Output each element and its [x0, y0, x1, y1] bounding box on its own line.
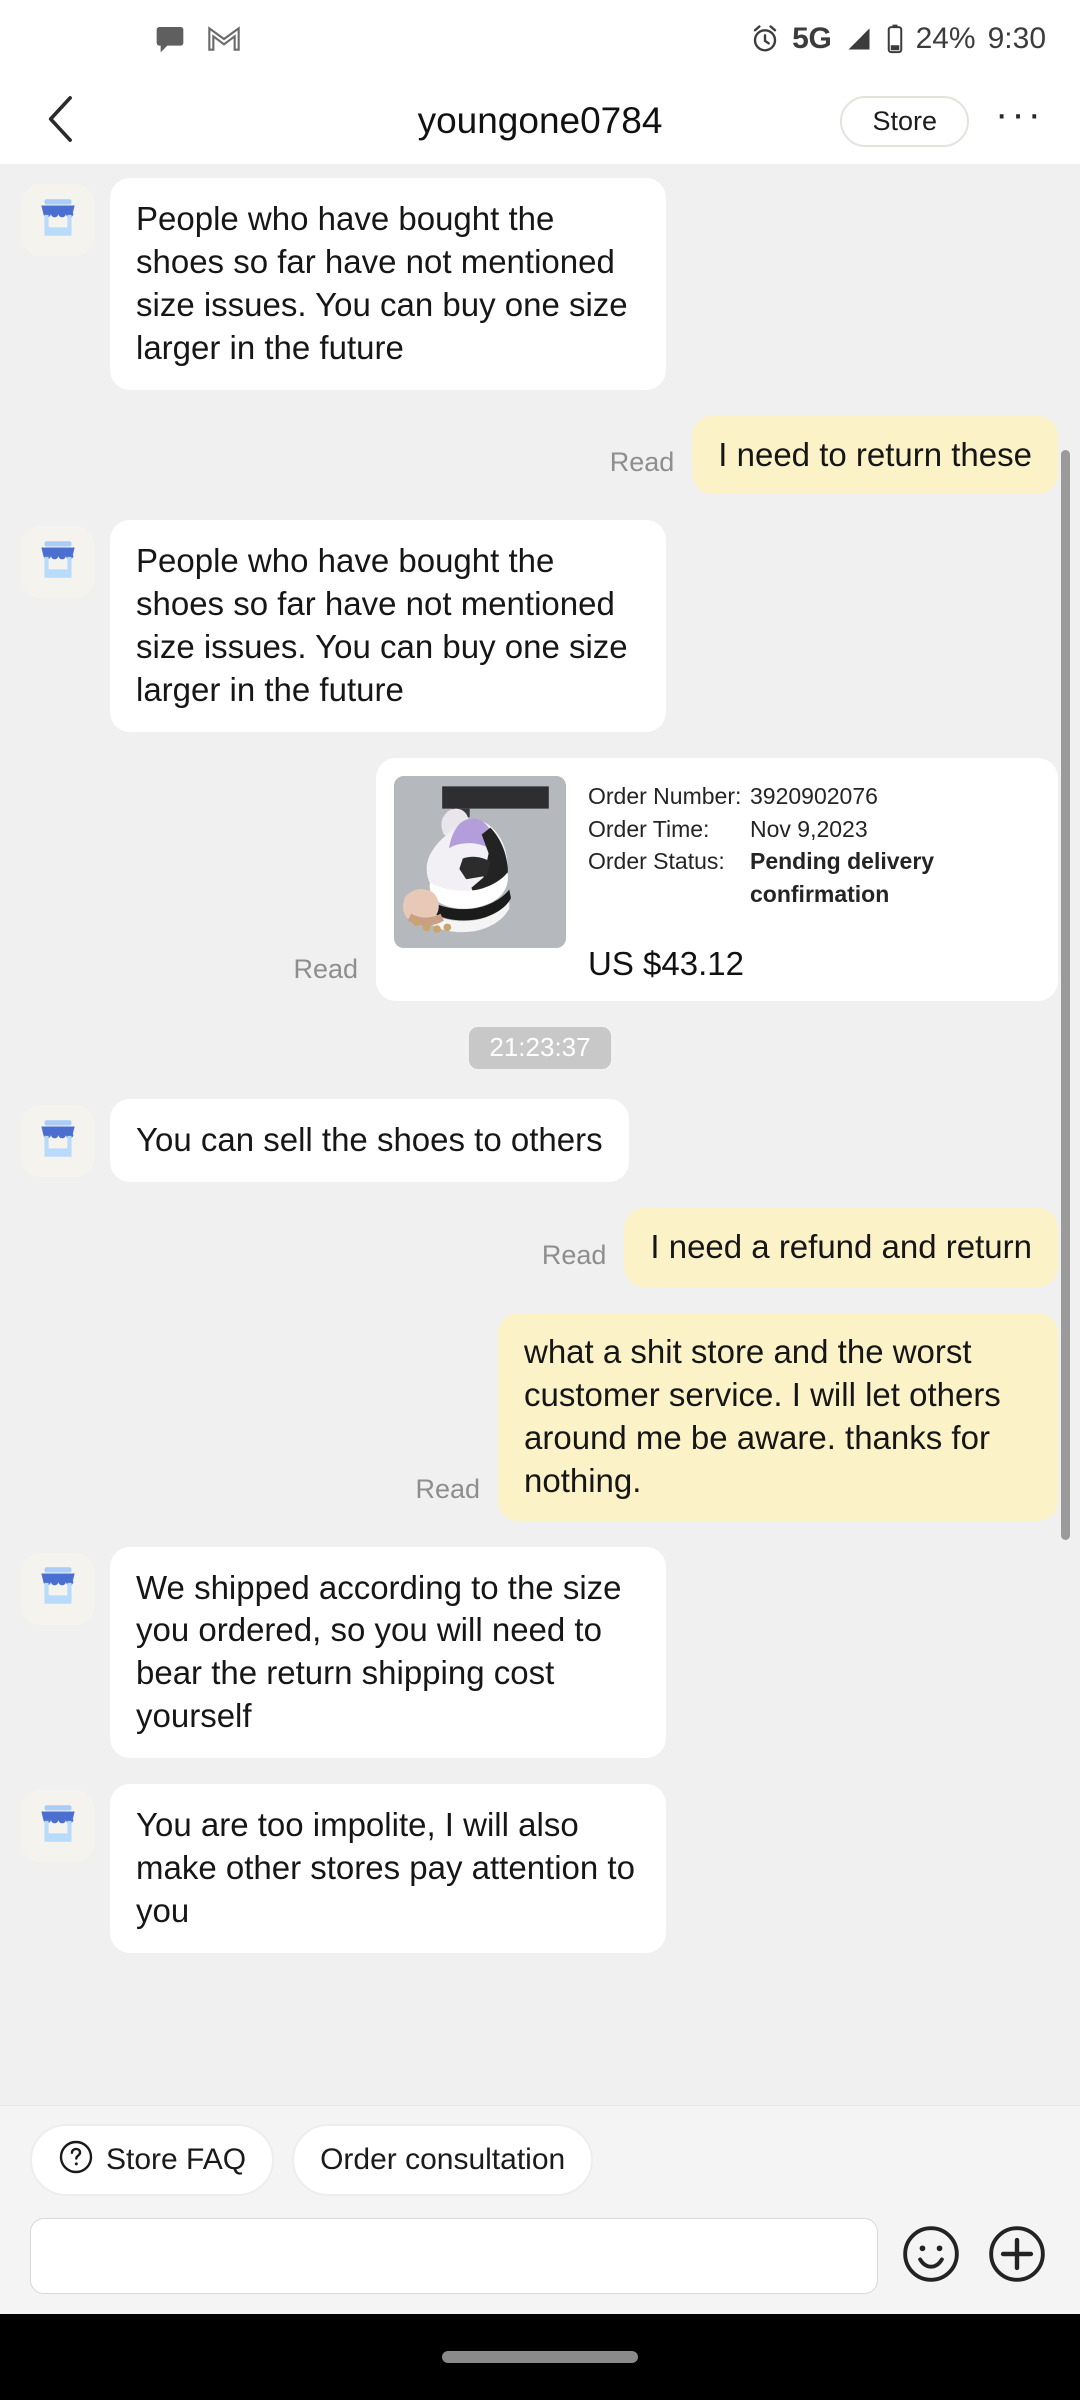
message-row-store: People who have bought the shoes so far … — [0, 520, 1080, 733]
order-status-label: Order Status: — [588, 848, 725, 875]
emoji-button[interactable] — [898, 2223, 964, 2289]
message-input[interactable] — [30, 2218, 878, 2294]
smiley-face-icon — [900, 2223, 962, 2290]
read-status: Read — [609, 447, 675, 478]
input-row — [30, 2218, 1050, 2314]
message-bubble[interactable]: People who have bought the shoes so far … — [110, 178, 666, 390]
storefront-icon — [33, 535, 83, 590]
status-bar-left — [154, 23, 240, 55]
chip-store-faq[interactable]: Store FAQ — [30, 2124, 275, 2196]
message-bubble[interactable]: You are too impolite, I will also make o… — [110, 1784, 666, 1953]
gesture-handle[interactable] — [442, 2351, 638, 2363]
battery-icon — [886, 24, 904, 54]
avatar — [22, 1105, 94, 1178]
chip-label: Store FAQ — [106, 2143, 247, 2176]
message-row-user: Read what a shit store and the worst cus… — [0, 1313, 1080, 1521]
signal-bars-icon — [844, 25, 874, 53]
storefront-icon — [33, 1799, 83, 1854]
store-button[interactable]: Store — [840, 95, 970, 147]
alarm-clock-icon — [750, 24, 780, 54]
back-button[interactable] — [30, 89, 94, 153]
chat-message-list[interactable]: People who have bought the shoes so far … — [0, 164, 1080, 2105]
avatar — [22, 184, 94, 256]
time-divider-label: 21:23:37 — [469, 1026, 611, 1070]
message-bubble[interactable]: what a shit store and the worst customer… — [498, 1313, 1058, 1521]
order-field-time: Order Time: Nov 9,2023 — [588, 813, 1040, 846]
order-price: US $43.12 — [588, 944, 744, 982]
battery-percent: 24% — [915, 22, 976, 55]
order-product-image — [394, 776, 566, 949]
message-row-store: We shipped according to the size you ord… — [0, 1546, 1080, 1759]
plus-circle-icon — [986, 2223, 1048, 2290]
message-row-store: You can sell the shoes to others — [0, 1099, 1080, 1183]
message-row-store: You are too impolite, I will also make o… — [0, 1784, 1080, 1953]
clock-time: 9:30 — [987, 22, 1046, 55]
message-row-store: People who have bought the shoes so far … — [0, 178, 1080, 390]
message-bubble[interactable]: I need a refund and return — [624, 1208, 1058, 1288]
message-bubble[interactable]: We shipped according to the size you ord… — [110, 1546, 666, 1759]
gmail-icon — [208, 26, 240, 52]
chip-label: Order consultation — [320, 2143, 566, 2176]
read-status: Read — [293, 953, 358, 984]
storefront-icon — [33, 1561, 83, 1616]
order-field-status: Order Status: Pending delivery confirmat… — [588, 845, 1040, 910]
read-status: Read — [415, 1473, 480, 1504]
message-bubble[interactable]: I need to return these — [692, 415, 1058, 495]
time-divider: 21:23:37 — [0, 1026, 1080, 1070]
quick-reply-chips: Store FAQ Order consultation — [30, 2124, 1050, 2196]
order-time-value: Nov 9,2023 — [750, 815, 868, 842]
read-status: Read — [541, 1240, 607, 1271]
status-bar: 5G 24% 9:30 — [0, 0, 1080, 78]
message-row-user: Read I need a refund and return — [0, 1208, 1080, 1288]
avatar — [22, 526, 94, 599]
order-number-label: Order Number: — [588, 783, 742, 810]
chevron-left-icon — [40, 93, 84, 150]
composer-bar: Store FAQ Order consultation — [0, 2105, 1080, 2314]
order-time-label: Order Time: — [588, 815, 710, 842]
chip-order-consultation[interactable]: Order consultation — [292, 2124, 594, 2196]
message-bubble[interactable]: People who have bought the shoes so far … — [110, 520, 666, 733]
storefront-icon — [33, 1114, 83, 1169]
order-field-number: Order Number: 3920902076 — [588, 780, 1040, 813]
message-bubble[interactable]: You can sell the shoes to others — [110, 1099, 629, 1183]
app-header: youngone0784 Store ··· — [0, 78, 1080, 164]
more-options-button[interactable]: ··· — [991, 92, 1050, 151]
message-row-user: Read I need to return these — [0, 415, 1080, 495]
avatar — [22, 1552, 94, 1625]
chat-bubble-icon — [154, 23, 186, 55]
message-row-order-card: Read Order Number: 3920902076 Order Time… — [0, 758, 1080, 1001]
order-status-value: Pending delivery confirmation — [750, 848, 935, 907]
header-actions: Store ··· — [840, 92, 1050, 151]
question-circle-icon — [58, 2139, 94, 2181]
status-bar-right: 5G 24% 9:30 — [750, 22, 1046, 56]
order-number-value: 3920902076 — [750, 783, 878, 810]
phone-screen: 5G 24% 9:30 youngone0784 Store ··· Peopl… — [0, 0, 1080, 2400]
add-attachment-button[interactable] — [984, 2223, 1050, 2289]
avatar — [22, 1790, 94, 1863]
chat-scrollbar[interactable] — [1061, 450, 1070, 1540]
order-details: Order Number: 3920902076 Order Time: Nov… — [588, 776, 1040, 983]
storefront-icon — [33, 193, 83, 248]
order-card[interactable]: Order Number: 3920902076 Order Time: Nov… — [376, 758, 1058, 1001]
system-navigation-bar — [0, 2314, 1080, 2400]
network-type: 5G — [792, 22, 832, 55]
